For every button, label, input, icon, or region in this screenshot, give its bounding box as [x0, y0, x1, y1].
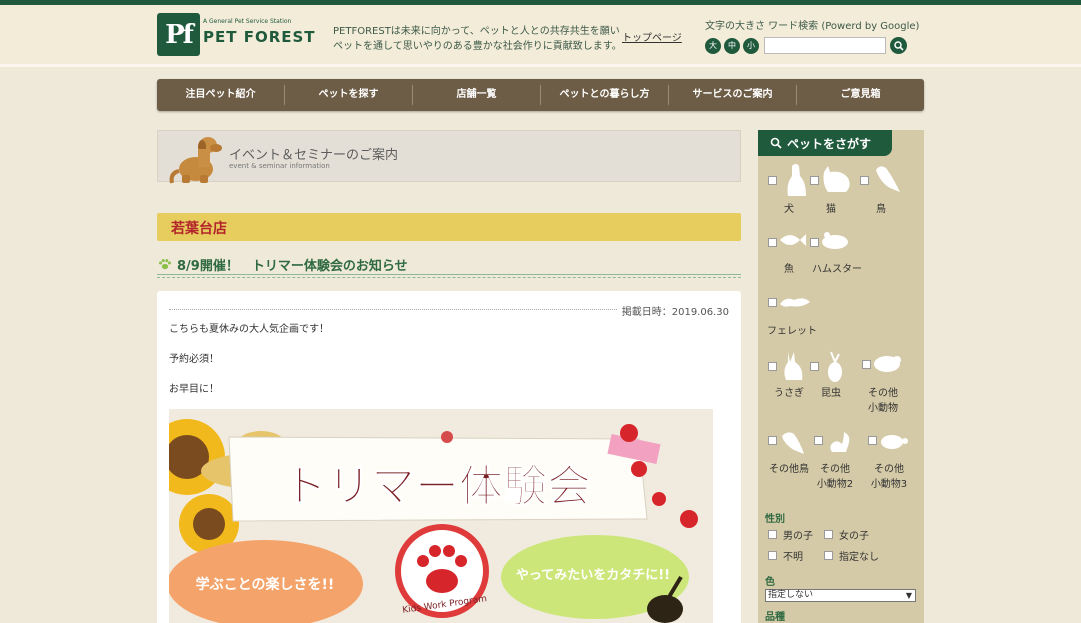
sex-checkbox[interactable]: [768, 530, 777, 539]
tools-label: 文字の大きさ ワード検索 (Powerd by Google): [705, 21, 920, 32]
tagline: PETFORESTは未来に向かって、ペットと人との共存共生を願いペットを通して思…: [333, 26, 622, 52]
cat-icon: [823, 166, 850, 192]
animal-checkbox[interactable]: [810, 176, 819, 185]
sidebar-header: ペットをさがす: [758, 130, 892, 156]
animal-checkbox[interactable]: [814, 436, 823, 445]
bird-icon: [876, 166, 900, 192]
store-heading: 若葉台店: [157, 213, 741, 241]
animal-checkbox[interactable]: [768, 362, 777, 371]
font-size-medium-button[interactable]: 中: [724, 37, 740, 54]
animal-label: その他 小動物: [868, 388, 898, 414]
ferret-icon: [780, 298, 810, 307]
beetle-icon: [828, 351, 842, 382]
sex-option-label: 不明: [783, 552, 803, 563]
animal-checkbox[interactable]: [768, 176, 777, 185]
nav-services[interactable]: サービスのご案内: [669, 85, 797, 105]
nav-featured-pets[interactable]: 注目ペット紹介: [157, 85, 285, 105]
animal-label: その他 小動物3: [870, 464, 908, 490]
body-line: 予約必須！: [169, 354, 219, 365]
sex-option-label: 女の子: [839, 531, 869, 542]
promo-bubble-right: やってみたいをカタチに!!: [516, 568, 670, 583]
nav-find-pet[interactable]: ペットを探す: [285, 85, 413, 105]
color-select-value: 指定しない: [768, 590, 814, 600]
animal-bird[interactable]: 鳥: [854, 162, 908, 216]
color-select[interactable]: 指定しない ▼: [765, 589, 916, 602]
animal-other-small-3[interactable]: その他 小動物3: [862, 428, 916, 492]
sex-checkbox[interactable]: [768, 551, 777, 560]
color-filter-title: 色: [765, 577, 775, 588]
animal-label: 昆虫: [821, 388, 841, 399]
animal-checkbox[interactable]: [810, 362, 819, 371]
animal-checkbox[interactable]: [768, 298, 777, 307]
animal-checkbox[interactable]: [768, 436, 777, 445]
animal-label: その他 小動物2: [816, 464, 854, 490]
sex-option-male[interactable]: 男の子: [768, 527, 813, 542]
banner-title: イベント＆セミナーのご案内: [229, 148, 399, 163]
font-size-small-button[interactable]: 小: [743, 37, 759, 54]
logo-subtitle: A General Pet Service Station: [203, 18, 292, 25]
promo-image: トリマー体験会 学ぶことの楽しさを!! Kids Work Program やっ…: [169, 409, 713, 623]
search-icon: [893, 40, 904, 51]
squirrel-icon: [830, 432, 850, 452]
title-divider: [157, 274, 741, 278]
animal-other-small-2[interactable]: その他 小動物2: [808, 428, 862, 492]
body-line: こちらも夏休みの大人気企画です！: [169, 324, 329, 335]
dog-illustration: [169, 137, 222, 184]
animal-ferret[interactable]: フェレット: [762, 292, 822, 338]
body-line: お早目に！: [169, 384, 219, 395]
animal-hamster[interactable]: ハムスター: [804, 230, 870, 276]
animal-other-small[interactable]: その他 小動物: [856, 350, 910, 414]
logo-name: PET FOREST: [203, 28, 316, 46]
sex-option-label: 男の子: [783, 531, 813, 542]
sex-filter-title: 性別: [765, 514, 785, 525]
animal-checkbox[interactable]: [862, 360, 871, 369]
chevron-down-icon: ▼: [905, 591, 912, 600]
sex-option-label: 指定なし: [839, 552, 879, 563]
sex-option-female[interactable]: 女の子: [824, 527, 869, 542]
article-title: 8/9開催！ トリマー体験会のお知らせ: [177, 259, 408, 274]
animal-checkbox[interactable]: [810, 238, 819, 247]
parrot-icon: [782, 432, 804, 454]
hamster-icon: [822, 232, 848, 249]
top-page-link[interactable]: トップページ: [622, 29, 682, 44]
turtle-icon: [881, 435, 908, 449]
header-tools: 文字の大きさ ワード検索 (Powerd by Google) 大 中 小: [705, 17, 927, 54]
paw-icon: [159, 259, 171, 270]
nav-feedback[interactable]: ご意見箱: [797, 85, 924, 105]
search-button[interactable]: [890, 37, 907, 54]
animal-checkbox[interactable]: [868, 436, 877, 445]
animal-checkbox[interactable]: [768, 238, 777, 247]
breed-filter-title: 品種: [765, 612, 785, 623]
search-input[interactable]: [764, 37, 886, 54]
promo-bubble-left: 学ぶことの楽しさを!!: [196, 576, 335, 593]
sidebar-title: ペットをさがす: [787, 136, 872, 151]
promo-headline: トリマー体験会: [283, 461, 591, 512]
guinea-pig-icon: [874, 356, 901, 372]
animal-insect[interactable]: 昆虫: [804, 350, 858, 402]
nav-living-with-pets[interactable]: ペットとの暮らし方: [541, 85, 669, 105]
article-body: 掲載日時：2019.06.30 こちらも夏休みの大人気企画です！ 予約必須！ お…: [157, 291, 741, 623]
post-date: 掲載日時：2019.06.30: [617, 303, 729, 318]
site-logo[interactable]: Pf A General Pet Service Station PET FOR…: [157, 13, 315, 57]
animal-label: ハムスター: [812, 264, 862, 275]
promo-artwork: トリマー体験会 学ぶことの楽しさを!! Kids Work Program やっ…: [169, 409, 713, 623]
store-name: 若葉台店: [171, 221, 227, 237]
sex-checkbox[interactable]: [824, 551, 833, 560]
main-nav: 注目ペット紹介 ペットを探す 店舗一覧 ペットとの暮らし方 サービスのご案内 ご…: [157, 79, 924, 111]
logo-mark: Pf: [157, 13, 200, 56]
sex-checkbox[interactable]: [824, 530, 833, 539]
animal-cat[interactable]: 猫: [804, 162, 858, 216]
search-icon: [770, 137, 782, 149]
nav-stores[interactable]: 店舗一覧: [413, 85, 541, 105]
event-banner: イベント＆セミナーのご案内 event & seminar informatio…: [157, 130, 741, 184]
animal-checkbox[interactable]: [860, 176, 869, 185]
sidebar-pet-search: ペットをさがす 犬 猫 鳥 魚 ハムスター フェレット うさぎ 昆虫 その他 小…: [758, 130, 924, 623]
animal-label: 鳥: [876, 204, 886, 215]
animal-label: フェレット: [767, 326, 817, 337]
sex-option-any[interactable]: 指定なし: [824, 548, 879, 563]
animal-label: 猫: [826, 204, 836, 215]
font-size-large-button[interactable]: 大: [705, 37, 721, 54]
sex-option-unknown[interactable]: 不明: [768, 548, 803, 563]
banner-subtitle: event & seminar information: [229, 162, 330, 170]
